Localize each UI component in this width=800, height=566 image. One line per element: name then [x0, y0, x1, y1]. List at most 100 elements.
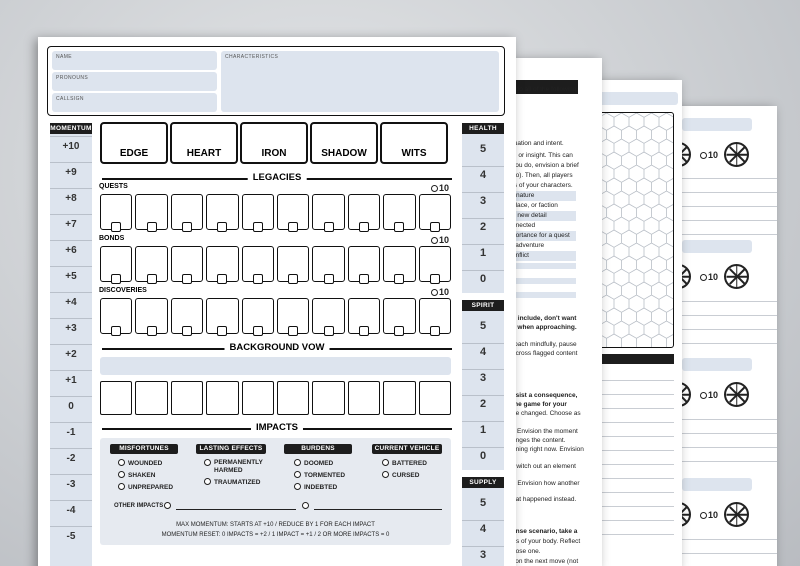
health-value[interactable]: 1	[462, 247, 504, 259]
spirit-value[interactable]: 2	[462, 398, 504, 410]
momentum-value[interactable]: -3	[50, 479, 92, 490]
other-impact-1[interactable]	[164, 502, 174, 510]
momentum-value[interactable]: +2	[50, 349, 92, 360]
spirit-value[interactable]: 5	[462, 320, 504, 332]
rules-text: across flagged content	[512, 350, 578, 357]
impact-unprepared[interactable]: UNPREPARED	[118, 483, 173, 491]
other-impact-2[interactable]	[302, 502, 312, 510]
track-divider	[462, 270, 504, 271]
momentum-value[interactable]: +4	[50, 297, 92, 308]
back-sheet-3	[590, 80, 682, 566]
momentum-divider	[50, 422, 92, 423]
quests-label: QUESTS	[99, 183, 128, 190]
momentum-divider	[50, 136, 92, 137]
rules-text: roach mindfully, pause	[512, 341, 577, 348]
momentum-value[interactable]: 0	[50, 401, 92, 412]
track-divider	[462, 244, 504, 245]
discoveries-track[interactable]	[100, 298, 452, 334]
health-value[interactable]: 4	[462, 169, 504, 181]
stat-shadow[interactable]: SHADOW	[310, 122, 378, 164]
rules-text: ense scenario, take a	[512, 528, 578, 535]
back-sheet-2: , do all of the following. tuation and i…	[510, 58, 602, 566]
max-momentum-rule: MAX MOMENTUM: STARTS AT +10 / REDUCE BY …	[176, 522, 375, 528]
stat-wits[interactable]: WITS	[380, 122, 448, 164]
momentum-value[interactable]: -1	[50, 427, 92, 438]
impact-doomed[interactable]: DOOMED	[294, 459, 333, 467]
momentum-value[interactable]: +3	[50, 323, 92, 334]
callsign-field[interactable]: CALLSIGN	[52, 93, 217, 112]
health-value[interactable]: 2	[462, 221, 504, 233]
field-bar	[682, 358, 752, 371]
supply-value[interactable]: 5	[462, 497, 504, 509]
momentum-value[interactable]: +5	[50, 271, 92, 282]
rules-text: tuation and intent.	[512, 140, 564, 147]
momentum-value[interactable]: +10	[50, 141, 92, 152]
momentum-divider	[50, 474, 92, 475]
impacts-heading: IMPACTS	[102, 422, 452, 433]
background-vow-field[interactable]	[100, 357, 451, 375]
health-label: HEALTH	[462, 123, 504, 134]
wheel-icon	[724, 142, 749, 167]
current-vehicle-heading: CURRENT VEHICLE	[372, 444, 442, 454]
stat-heart[interactable]: HEART	[170, 122, 238, 164]
ring-ten: 10	[700, 390, 718, 400]
pronouns-field[interactable]: PRONOUNS	[52, 72, 217, 91]
discoveries-ten: 10	[431, 287, 449, 297]
momentum-value[interactable]: -4	[50, 505, 92, 516]
momentum-value[interactable]: -5	[50, 531, 92, 542]
spirit-label: SPIRIT	[462, 300, 504, 311]
impact-cursed[interactable]: CURSED	[382, 471, 419, 479]
rules-text: anges the content.	[512, 437, 566, 444]
stat-label: WITS	[401, 148, 427, 159]
discoveries-label: DISCOVERIES	[99, 287, 147, 294]
momentum-divider	[50, 344, 92, 345]
impact-battered[interactable]: BATTERED	[382, 459, 427, 467]
impact-tormented[interactable]: TORMENTED	[294, 471, 345, 479]
background-vow-heading: BACKGROUND VOW	[102, 342, 452, 353]
supply-value[interactable]: 3	[462, 549, 504, 561]
rules-text: the game for your	[512, 401, 567, 408]
wheel-icon	[724, 502, 749, 527]
rules-text: esist a consequence,	[512, 392, 578, 399]
health-value[interactable]: 3	[462, 195, 504, 207]
quests-track[interactable]	[100, 194, 452, 230]
rules-text: ts of your characters.	[512, 182, 573, 189]
rules-text: you do, envision a brief	[512, 162, 579, 169]
impact-shaken[interactable]: SHAKEN	[118, 471, 155, 479]
momentum-reset-rule: MOMENTUM RESET: 0 IMPACTS = +2 / 1 IMPAC…	[161, 532, 390, 538]
stat-iron[interactable]: IRON	[240, 122, 308, 164]
field-bar	[682, 118, 752, 131]
spirit-value[interactable]: 3	[462, 372, 504, 384]
impacts-panel	[100, 438, 451, 545]
bonds-track[interactable]	[100, 246, 452, 282]
characteristics-field[interactable]: CHARACTERISTICS	[221, 51, 499, 112]
stat-edge[interactable]: EDGE	[100, 122, 168, 164]
impact-permanently-harmed[interactable]: PERMANENTLY HARMED	[204, 459, 272, 475]
momentum-value[interactable]: -2	[50, 453, 92, 464]
health-value[interactable]: 0	[462, 273, 504, 285]
background-vow-track[interactable]	[100, 381, 452, 415]
spirit-value[interactable]: 4	[462, 346, 504, 358]
spirit-value[interactable]: 0	[462, 450, 504, 462]
momentum-label: MOMENTUM	[50, 123, 92, 134]
momentum-divider	[50, 370, 92, 371]
momentum-value[interactable]: +8	[50, 193, 92, 204]
legacies-heading: LEGACIES	[102, 172, 452, 183]
impact-indebted[interactable]: INDEBTED	[294, 483, 337, 491]
supply-value[interactable]: 4	[462, 523, 504, 535]
health-value[interactable]: 5	[462, 143, 504, 155]
wheel-icon	[724, 264, 749, 289]
name-field[interactable]: NAME	[52, 51, 217, 70]
momentum-value[interactable]: +7	[50, 219, 92, 230]
momentum-value[interactable]: +1	[50, 375, 92, 386]
impact-traumatized[interactable]: TRAUMATIZED	[204, 478, 260, 486]
character-sheet: NAME PRONOUNS CALLSIGN CHARACTERISTICS M…	[38, 37, 516, 566]
momentum-value[interactable]: +6	[50, 245, 92, 256]
spirit-value[interactable]: 1	[462, 424, 504, 436]
momentum-value[interactable]: +9	[50, 167, 92, 178]
impact-wounded[interactable]: WOUNDED	[118, 459, 162, 467]
rules-text: Switch out an element	[512, 463, 576, 470]
burdens-heading: BURDENS	[284, 444, 352, 454]
misfortunes-heading: MISFORTUNES	[110, 444, 178, 454]
momentum-divider	[50, 526, 92, 527]
